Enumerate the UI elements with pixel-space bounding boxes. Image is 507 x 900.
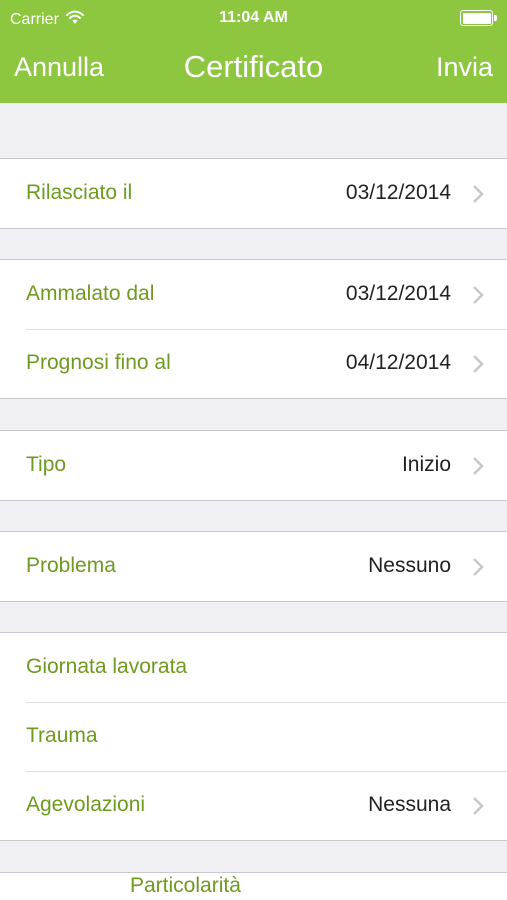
row-label: Tipo xyxy=(26,453,67,476)
battery-icon xyxy=(460,10,497,26)
section-problem: Problema Nessuno xyxy=(0,531,507,602)
row-label: Ammalato dal xyxy=(26,282,155,305)
row-value: 04/12/2014 xyxy=(345,351,451,374)
chevron-right-icon xyxy=(471,795,485,817)
row-label: Prognosi fino al xyxy=(26,351,171,374)
header: Carrier 11:04 AM Annulla Certificato Inv… xyxy=(0,0,507,103)
chevron-right-icon xyxy=(471,455,485,477)
row-label[interactable]: Particolarità xyxy=(130,874,241,898)
chevron-right-icon xyxy=(471,284,485,306)
row-value: 03/12/2014 xyxy=(345,282,451,305)
row-trauma[interactable]: Trauma xyxy=(0,702,507,771)
row-label: Problema xyxy=(26,554,116,577)
row-value: Inizio xyxy=(401,453,451,476)
row-value: Nessuna xyxy=(368,793,451,816)
chevron-right-icon xyxy=(471,183,485,205)
row-value: Nessuno xyxy=(368,554,451,577)
status-bar: Carrier 11:04 AM xyxy=(0,0,507,36)
row-label: Trauma xyxy=(26,724,98,747)
status-time: 11:04 AM xyxy=(219,9,288,26)
row-value: 03/12/2014 xyxy=(345,181,451,204)
row-issued-on[interactable]: Rilasciato il 03/12/2014 xyxy=(0,159,507,228)
row-sick-from[interactable]: Ammalato dal 03/12/2014 xyxy=(0,260,507,329)
section-details: Giornata lavorata Trauma Agevolazioni Ne… xyxy=(0,632,507,841)
section-partial: Particolarità xyxy=(0,872,507,900)
chevron-right-icon xyxy=(471,353,485,375)
row-type[interactable]: Tipo Inizio xyxy=(0,431,507,500)
send-button[interactable]: Invia xyxy=(436,52,493,83)
row-benefits[interactable]: Agevolazioni Nessuna xyxy=(0,771,507,840)
row-label: Rilasciato il xyxy=(26,181,133,204)
chevron-right-icon xyxy=(471,556,485,578)
row-problem[interactable]: Problema Nessuno xyxy=(0,532,507,601)
section-illness-dates: Ammalato dal 03/12/2014 Prognosi fino al… xyxy=(0,259,507,399)
row-worked-day[interactable]: Giornata lavorata xyxy=(0,633,507,702)
screen: Carrier 11:04 AM Annulla Certificato Inv… xyxy=(0,0,507,900)
row-label: Giornata lavorata xyxy=(26,655,188,678)
cancel-button[interactable]: Annulla xyxy=(14,52,104,83)
section-issued: Rilasciato il 03/12/2014 xyxy=(0,158,507,229)
nav-bar: Annulla Certificato Invia xyxy=(0,36,507,103)
row-label: Agevolazioni xyxy=(26,793,146,816)
row-prognosis-until[interactable]: Prognosi fino al 04/12/2014 xyxy=(0,329,507,398)
section-type: Tipo Inizio xyxy=(0,430,507,501)
